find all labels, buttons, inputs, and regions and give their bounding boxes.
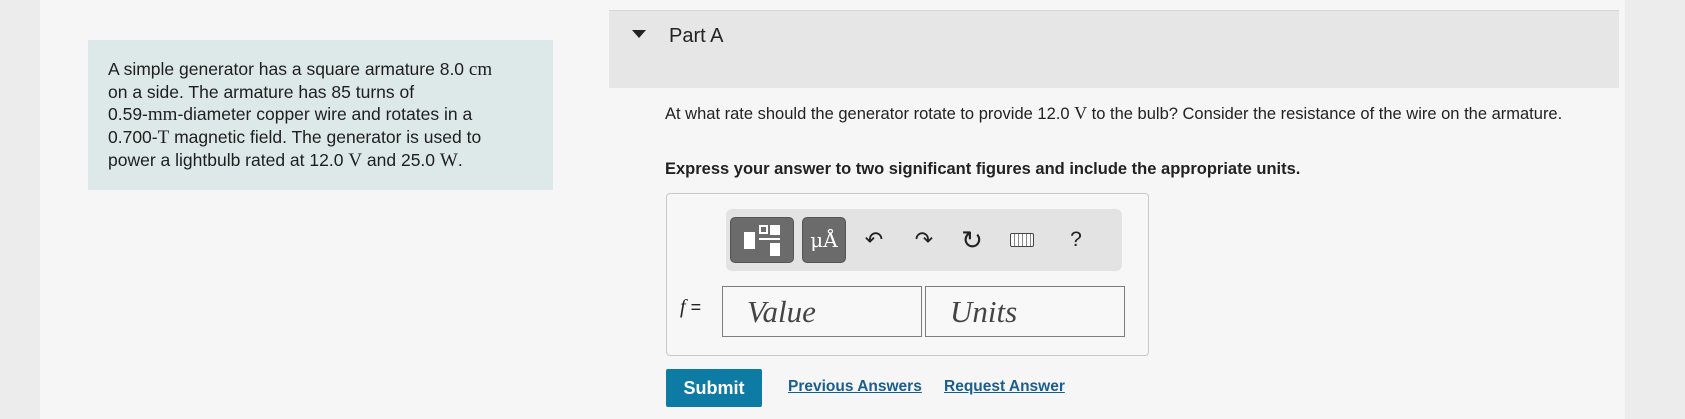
- help-button[interactable]: ?: [1056, 217, 1096, 263]
- math-toolbar: μÅ ↶ ↷ ↻ ?: [726, 209, 1122, 271]
- request-answer-link[interactable]: Request Answer: [944, 378, 1065, 396]
- keyboard-button[interactable]: [1002, 217, 1042, 263]
- left-margin: [0, 0, 40, 419]
- fraction-template-icon: [742, 223, 782, 257]
- submit-button[interactable]: Submit: [666, 369, 762, 407]
- answer-instruction: Express your answer to two significant f…: [665, 160, 1301, 178]
- problem-line-5: power a lightbulb rated at 12.0 V and 25…: [108, 150, 463, 171]
- previous-answers-link[interactable]: Previous Answers: [788, 378, 922, 396]
- variable-label: f =: [680, 296, 702, 318]
- undo-icon: ↶: [864, 227, 884, 252]
- undo-button[interactable]: ↶: [854, 217, 894, 263]
- right-margin: [1625, 0, 1685, 419]
- problem-line-1: A simple generator has a square armature…: [108, 59, 493, 80]
- keyboard-icon: [1010, 233, 1034, 247]
- help-icon: ?: [1070, 228, 1082, 251]
- units-button[interactable]: μÅ: [802, 217, 846, 263]
- part-title: Part A: [669, 25, 724, 47]
- collapse-caret-icon[interactable]: [632, 30, 646, 38]
- templates-button[interactable]: [730, 217, 794, 263]
- units-input[interactable]: Units: [925, 286, 1125, 337]
- question-text: At what rate should the generator rotate…: [665, 103, 1563, 123]
- reset-button[interactable]: ↻: [952, 217, 992, 263]
- part-a-header[interactable]: Part A: [609, 10, 1619, 88]
- problem-line-3: 0.59-mm-diameter copper wire and rotates…: [108, 104, 473, 125]
- problem-line-2: on a side. The armature has 85 turns of: [108, 82, 415, 102]
- units-icon: μÅ: [810, 228, 838, 252]
- answer-box: μÅ ↶ ↷ ↻ ? f = Value Units: [666, 193, 1149, 356]
- value-input[interactable]: Value: [722, 286, 922, 337]
- reset-icon: ↻: [961, 224, 983, 255]
- problem-statement: A simple generator has a square armature…: [88, 40, 553, 190]
- redo-icon: ↷: [914, 227, 934, 252]
- redo-button[interactable]: ↷: [904, 217, 944, 263]
- problem-line-4: 0.700-T magnetic field. The generator is…: [108, 127, 482, 148]
